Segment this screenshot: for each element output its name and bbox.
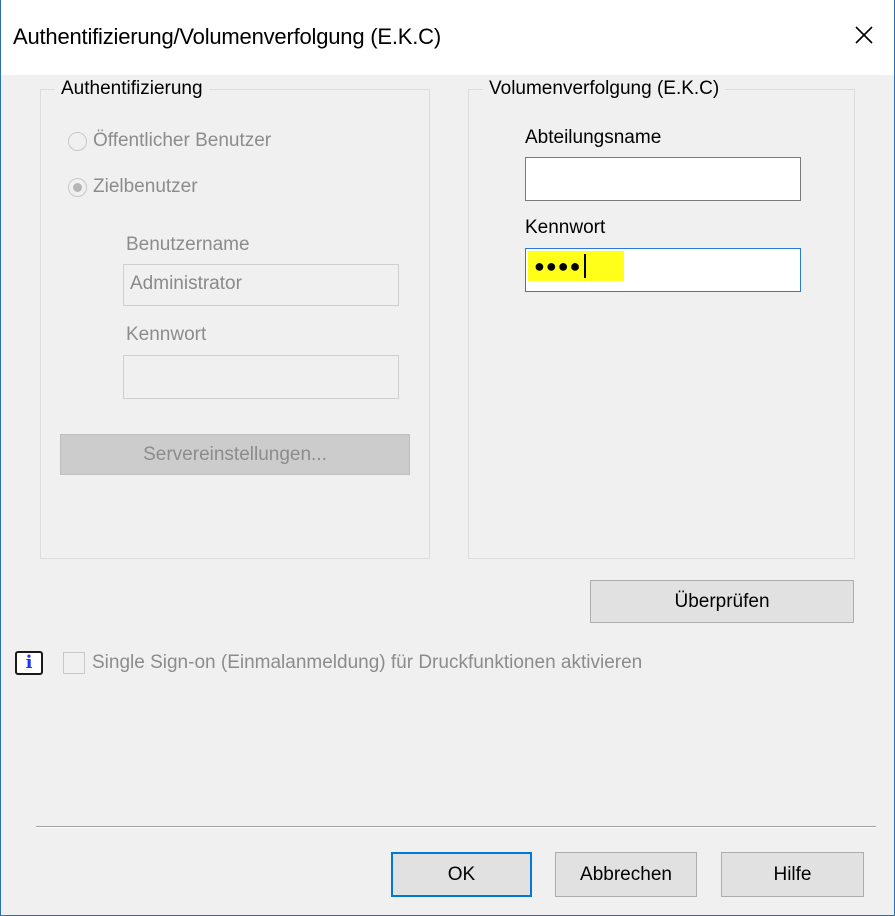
ok-button[interactable]: OK: [391, 852, 532, 897]
department-name-label: Abteilungsname: [525, 127, 662, 148]
cancel-button[interactable]: Abbrechen: [555, 852, 697, 897]
authentication-group-legend: Authentifizierung: [55, 78, 209, 100]
username-label: Benutzername: [126, 234, 250, 255]
radio-public-user-circle[interactable]: [68, 131, 87, 151]
volume-tracking-group-legend: Volumenverfolgung (E.K.C): [483, 78, 726, 100]
tracking-password-input[interactable]: ●●●●: [525, 248, 801, 292]
password-autofill-highlight: ●●●●: [528, 251, 624, 281]
title-bar: Authentifizierung/Volumenverfolgung (E.K…: [1, 0, 894, 75]
radio-target-user[interactable]: Zielbenutzer: [68, 176, 198, 198]
department-name-input[interactable]: [525, 157, 801, 201]
verify-button[interactable]: Überprüfen: [590, 580, 854, 623]
radio-target-user-circle[interactable]: [68, 177, 87, 197]
info-icon[interactable]: i: [15, 651, 43, 675]
dialog-window: Authentifizierung/Volumenverfolgung (E.K…: [0, 0, 895, 916]
close-button[interactable]: [834, 0, 894, 70]
authentication-group: Authentifizierung: [40, 78, 430, 559]
tracking-password-label: Kennwort: [525, 217, 606, 238]
radio-public-user-label: Öffentlicher Benutzer: [93, 130, 272, 151]
footer-separator: [36, 826, 876, 828]
radio-public-user[interactable]: Öffentlicher Benutzer: [68, 130, 271, 152]
username-field[interactable]: Administrator: [123, 264, 399, 306]
radio-target-user-label: Zielbenutzer: [93, 176, 198, 197]
auth-password-label: Kennwort: [126, 324, 207, 345]
text-caret: [583, 254, 586, 278]
server-settings-button[interactable]: Servereinstellungen...: [60, 434, 410, 475]
sso-checkbox-label: Single Sign-on (Einmalanmeldung) für Dru…: [92, 652, 643, 673]
password-masked-value: ●●●●: [534, 255, 582, 276]
auth-password-field[interactable]: [123, 355, 399, 399]
close-icon: [855, 26, 873, 44]
info-icon-glyph: i: [25, 652, 33, 673]
sso-checkbox[interactable]: [63, 652, 85, 674]
window-title: Authentifizierung/Volumenverfolgung (E.K…: [13, 24, 441, 49]
help-button[interactable]: Hilfe: [721, 852, 864, 897]
